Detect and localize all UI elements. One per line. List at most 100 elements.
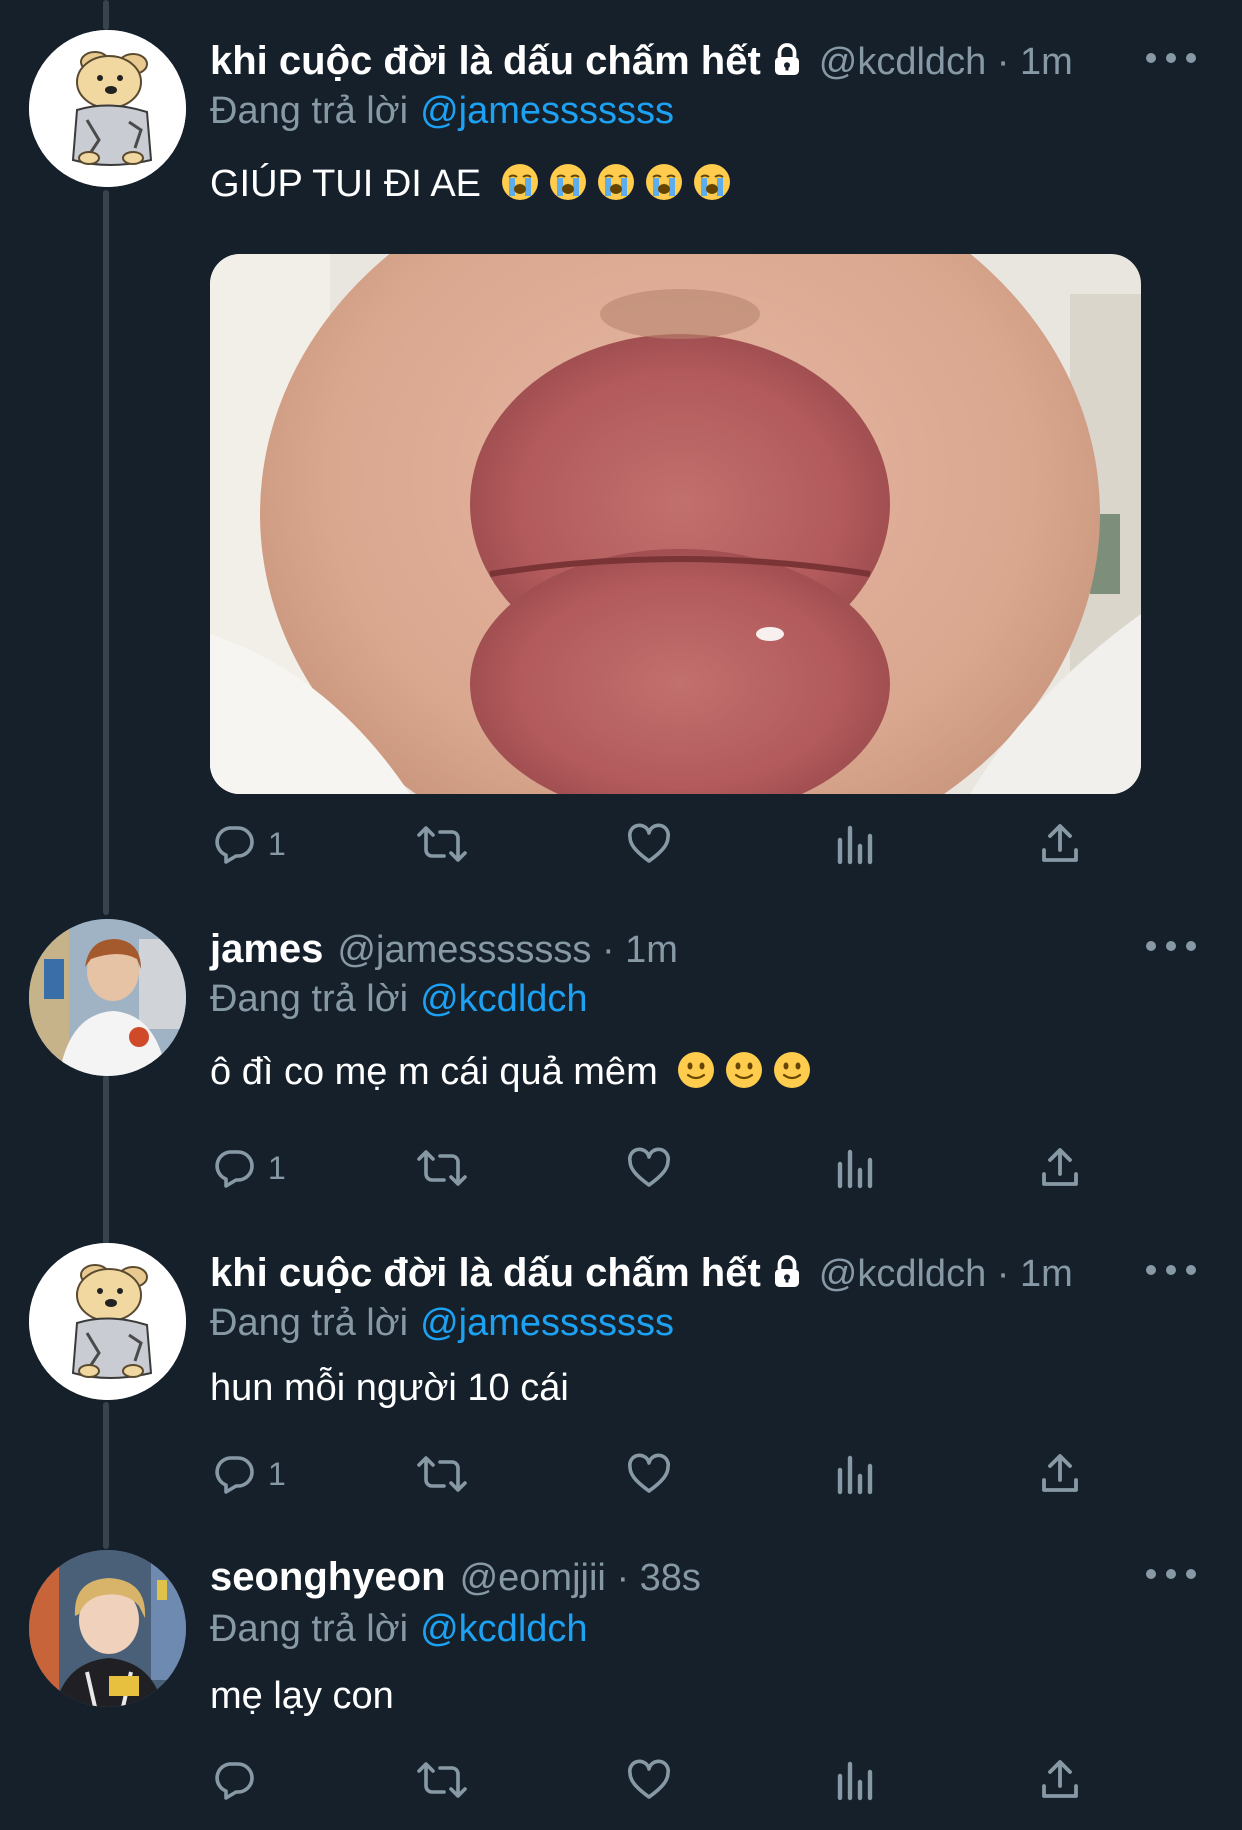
- reply-button[interactable]: 1: [210, 814, 286, 874]
- thread-line: [103, 190, 109, 915]
- more-options-button[interactable]: [1146, 1250, 1196, 1290]
- reply-count: 1: [268, 825, 286, 862]
- heart-icon: [628, 1453, 670, 1493]
- user-handle[interactable]: @jamesssssss: [337, 929, 591, 971]
- reply-count: 1: [268, 1149, 286, 1186]
- dog-avatar-image: [29, 30, 186, 187]
- reply-button[interactable]: 1: [210, 1444, 286, 1504]
- share-icon: [1042, 1454, 1078, 1492]
- display-name[interactable]: khi cuộc đời là dấu chấm hết: [210, 1251, 761, 1295]
- avatar[interactable]: [29, 1550, 186, 1707]
- reply-button[interactable]: [210, 1750, 268, 1810]
- avatar[interactable]: [29, 1243, 186, 1400]
- tweet-text-content: GIÚP TUI ĐI AE: [210, 163, 482, 205]
- timestamp[interactable]: 1m: [1020, 1253, 1073, 1295]
- more-options-button[interactable]: [1146, 926, 1196, 966]
- share-button[interactable]: [1036, 1444, 1084, 1504]
- tweet-actions: 1: [210, 1444, 1110, 1504]
- slightly-smiling-face-icon: [726, 1052, 763, 1088]
- analytics-icon: [837, 1149, 873, 1189]
- more-icon: [1146, 53, 1156, 63]
- slightly-smiling-face-icon: [678, 1052, 715, 1088]
- analytics-button[interactable]: [832, 1444, 880, 1504]
- analytics-button[interactable]: [832, 1138, 880, 1198]
- mention-link[interactable]: @jamesssssss: [420, 90, 674, 132]
- tweet-actions: 1: [210, 814, 1110, 874]
- tweet-text-content: ô đì co mẹ m cái quả mêm: [210, 1051, 658, 1093]
- replying-to-label: Đang trả lời: [210, 90, 409, 132]
- separator-dot: ·: [616, 1557, 630, 1599]
- reply-icon: [215, 1762, 254, 1800]
- analytics-button[interactable]: [832, 814, 880, 874]
- like-button[interactable]: [625, 814, 673, 874]
- more-options-button[interactable]: [1146, 38, 1196, 78]
- replying-to-label: Đang trả lời: [210, 978, 409, 1020]
- analytics-button[interactable]: [832, 1750, 880, 1810]
- more-icon-dot: [1166, 1265, 1176, 1275]
- timestamp[interactable]: 1m: [1020, 41, 1073, 83]
- tweet-text-content: mẹ lạy con: [210, 1675, 394, 1717]
- dog-avatar-image: [29, 1243, 186, 1400]
- tweet-actions: [210, 1750, 1110, 1810]
- replying-to-label: Đang trả lời: [210, 1302, 409, 1344]
- more-options-button[interactable]: [1146, 1554, 1196, 1594]
- share-button[interactable]: [1036, 1750, 1084, 1810]
- retweet-button[interactable]: [415, 814, 469, 874]
- analytics-icon: [837, 1761, 873, 1801]
- share-icon: [1042, 1148, 1078, 1186]
- slightly-smiling-face-icon: [774, 1052, 811, 1088]
- retweet-button[interactable]: [415, 1750, 469, 1810]
- like-button[interactable]: [625, 1750, 673, 1810]
- tweet-photo[interactable]: [210, 254, 1141, 794]
- separator-dot: ·: [601, 929, 615, 971]
- timestamp[interactable]: 38s: [640, 1557, 701, 1599]
- tweet-text-content: hun mỗi người 10 cái: [210, 1367, 569, 1409]
- share-button[interactable]: [1036, 814, 1084, 874]
- display-name[interactable]: seonghyeon: [210, 1555, 446, 1599]
- more-icon: [1146, 1265, 1156, 1275]
- more-icon: [1146, 941, 1156, 951]
- more-icon-dot: [1186, 1265, 1196, 1275]
- heart-icon: [628, 1759, 670, 1799]
- mention-link[interactable]: @kcdldch: [420, 978, 587, 1020]
- user-handle[interactable]: @eomjjii: [460, 1557, 606, 1599]
- loudly-crying-face-icon: [645, 164, 682, 200]
- emoji-row: [668, 1051, 812, 1093]
- analytics-icon: [837, 825, 873, 865]
- replying-to: Đang trả lời @jamesssssss: [210, 1298, 674, 1348]
- retweet-icon: [417, 1762, 467, 1798]
- analytics-icon: [837, 1455, 873, 1495]
- tweet-header: khi cuộc đời là dấu chấm hết @kcdldch · 1…: [210, 1248, 1073, 1298]
- like-button[interactable]: [625, 1444, 673, 1504]
- loudly-crying-face-icon: [693, 164, 730, 200]
- retweet-icon: [417, 1150, 467, 1186]
- separator-dot: ·: [996, 41, 1010, 83]
- more-icon-dot: [1186, 53, 1196, 63]
- reply-button[interactable]: 1: [210, 1138, 286, 1198]
- thread-line: [103, 1075, 109, 1245]
- more-icon-dot: [1166, 1569, 1176, 1579]
- more-icon: [1146, 1569, 1156, 1579]
- display-name[interactable]: james: [210, 927, 323, 971]
- replying-to-label: Đang trả lời: [210, 1608, 409, 1650]
- retweet-icon: [417, 826, 467, 862]
- tweet-actions: 1: [210, 1138, 1110, 1198]
- reply-icon: [215, 826, 254, 864]
- user-handle[interactable]: @kcdldch: [819, 41, 986, 83]
- mention-link[interactable]: @jamesssssss: [420, 1302, 674, 1344]
- user-handle[interactable]: @kcdldch: [819, 1253, 986, 1295]
- retweet-button[interactable]: [415, 1444, 469, 1504]
- tweet-header: khi cuộc đời là dấu chấm hết @kcdldch · 1…: [210, 36, 1073, 86]
- share-icon: [1042, 1760, 1078, 1798]
- retweet-button[interactable]: [415, 1138, 469, 1198]
- share-icon: [1042, 824, 1078, 862]
- avatar[interactable]: [29, 30, 186, 187]
- like-button[interactable]: [625, 1138, 673, 1198]
- mention-link[interactable]: @kcdldch: [420, 1608, 587, 1650]
- share-button[interactable]: [1036, 1138, 1084, 1198]
- display-name[interactable]: khi cuộc đời là dấu chấm hết: [210, 39, 761, 83]
- separator-dot: ·: [996, 1253, 1010, 1295]
- timestamp[interactable]: 1m: [625, 929, 678, 971]
- avatar[interactable]: [29, 919, 186, 1076]
- tweet-text: hun mỗi người 10 cái: [210, 1362, 569, 1414]
